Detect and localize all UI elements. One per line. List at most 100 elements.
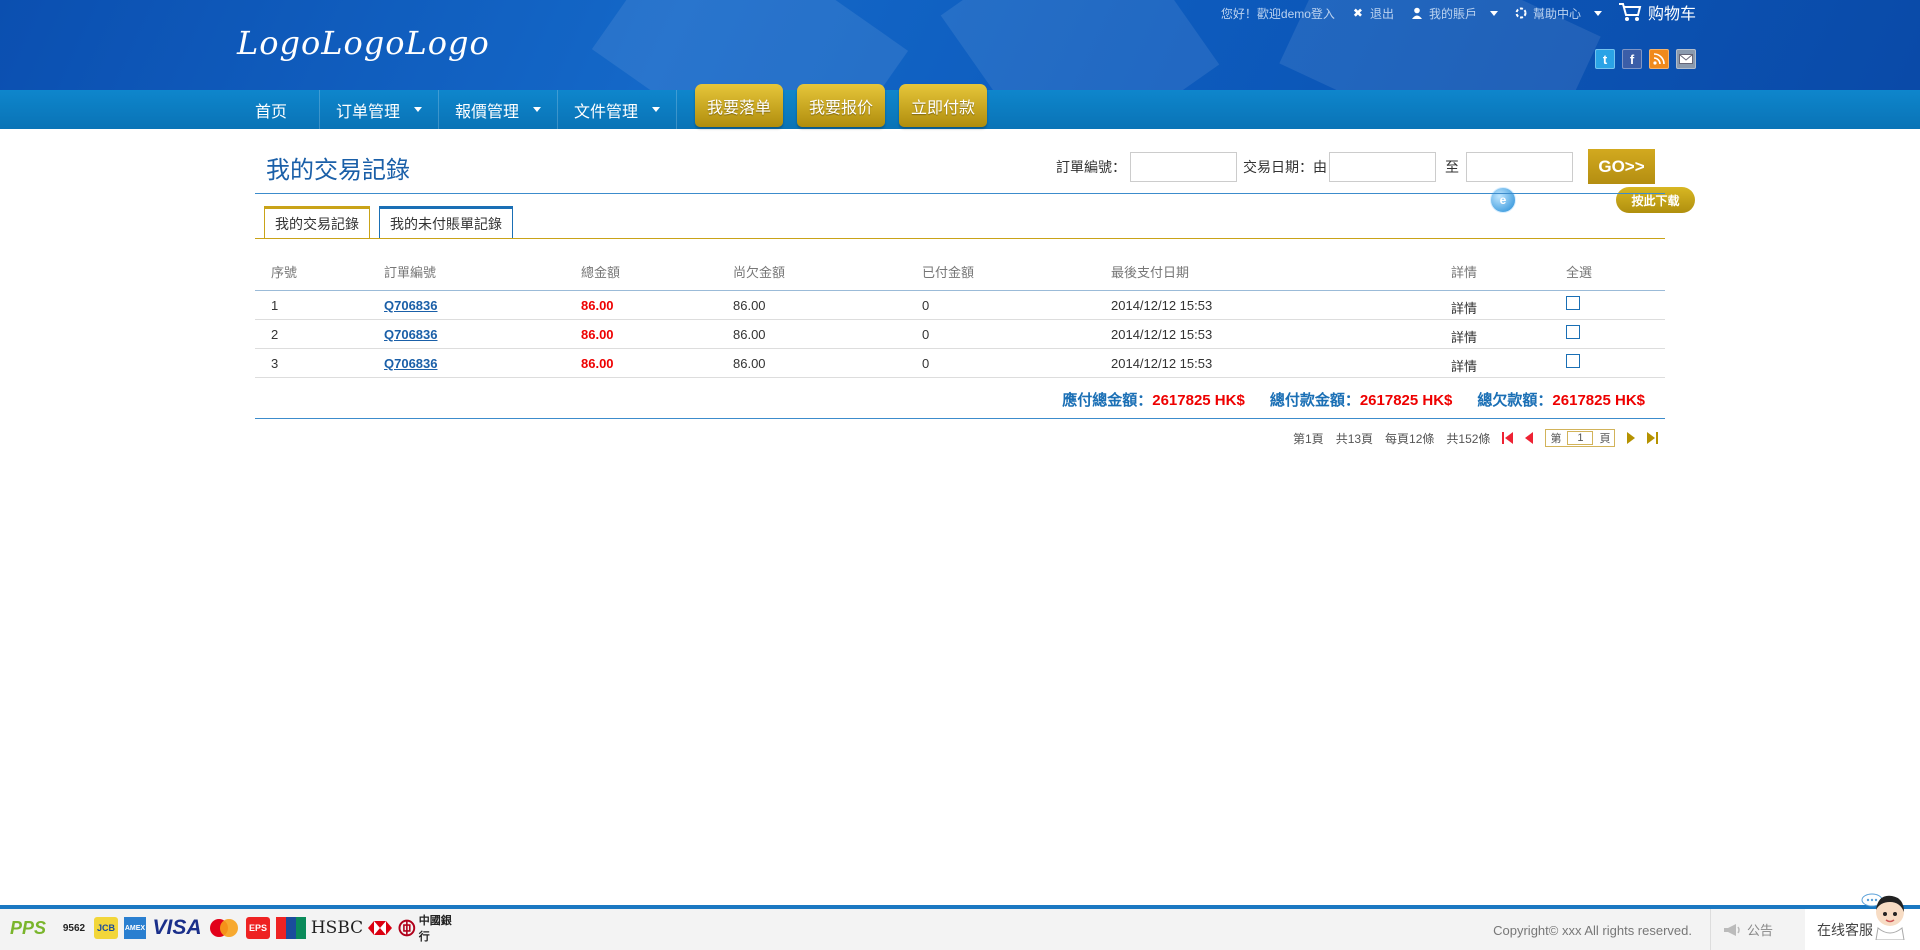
col-header-no: 序號 (271, 265, 298, 280)
divider (255, 193, 1665, 194)
detail-link[interactable]: 詳情 (1451, 298, 1477, 317)
col-header-select-all[interactable]: 全選 (1566, 262, 1592, 281)
detail-link[interactable]: 詳情 (1451, 356, 1477, 375)
page-number-input[interactable]: 1 (1567, 431, 1594, 445)
row-owing: 86.00 (733, 327, 766, 342)
row-date: 2014/12/12 15:53 (1111, 327, 1213, 342)
pagination: 第1頁 共13頁 每頁12條 共152條 第 1 頁 (1293, 429, 1659, 447)
help-menu[interactable]: 幫助中心 (1514, 5, 1602, 22)
upload-software: e 高速上傳軟件 按此下载 (1490, 187, 1696, 213)
next-page-button[interactable] (1627, 432, 1636, 444)
social-links: t f (1595, 49, 1696, 69)
chevron-down-icon (533, 107, 542, 112)
account-menu[interactable]: 我的賬戶 (1410, 5, 1498, 22)
totals-summary: 應付總金額：2617825 HK$ 總付款金額：2617825 HK$ 總欠款額… (1062, 389, 1645, 410)
date-to-input[interactable] (1466, 151, 1573, 182)
download-button[interactable]: 按此下载 (1616, 187, 1696, 213)
hsbc-hexagon-icon (368, 917, 392, 939)
quick-actions: 我要落单 我要报价 立即付款 (695, 84, 987, 127)
last-page-button[interactable] (1647, 432, 1659, 444)
site-header: LogoLogoLogo 您好！歡迎demo登入 ✖ 退出 我的賬戶 幫助中心 (0, 0, 1920, 90)
row-no: 3 (271, 356, 279, 371)
nav-item-home[interactable]: 首页 (240, 90, 321, 129)
table-row: 1 Q706836 86.00 86.00 0 2014/12/12 15:53… (255, 291, 1665, 320)
row-paid: 0 (922, 298, 930, 313)
request-quote-button[interactable]: 我要报价 (797, 84, 885, 127)
row-date: 2014/12/12 15:53 (1111, 356, 1213, 371)
go-button[interactable]: GO>> (1588, 149, 1655, 184)
first-page-icon (1502, 432, 1505, 444)
total-items-text: 共152條 (1446, 431, 1491, 446)
mastercard-logo (208, 917, 240, 939)
order-link[interactable]: Q706836 (384, 298, 438, 313)
prev-page-button[interactable] (1525, 432, 1534, 444)
cart-link[interactable]: 购物车 (1618, 0, 1696, 24)
nav-item-files[interactable]: 文件管理 (558, 90, 678, 129)
hsbc-logo: HSBC (310, 918, 364, 938)
upload-icon: e (1490, 187, 1516, 213)
cart-icon (1618, 3, 1642, 21)
eps-logo: EPS (246, 917, 270, 939)
greeting-text: 您好！歡迎demo登入 (1220, 6, 1335, 21)
upload-label[interactable]: 高速上傳軟件 (1524, 192, 1596, 209)
unionpay-logo (276, 917, 306, 939)
first-page-button[interactable] (1502, 432, 1514, 444)
notice-button[interactable]: 公告 (1710, 909, 1805, 950)
nav-item-orders[interactable]: 订单管理 (320, 90, 440, 129)
detail-link[interactable]: 詳情 (1451, 327, 1477, 346)
chevron-down-icon (1593, 10, 1602, 16)
per-page-text: 每頁12條 (1385, 431, 1435, 446)
place-order-button[interactable]: 我要落单 (695, 84, 783, 127)
order-link[interactable]: Q706836 (384, 327, 438, 342)
amex-logo: AMEX (124, 917, 146, 939)
logout-link[interactable]: ✖ 退出 (1351, 5, 1394, 22)
date-from-label: 交易日期：由 (1243, 158, 1327, 175)
row-no: 1 (271, 298, 279, 313)
chevron-down-icon (414, 107, 423, 112)
date-to-label: 至 (1445, 158, 1459, 175)
tab-unpaid-bills[interactable]: 我的未付賬單記錄 (379, 206, 513, 238)
mail-icon[interactable] (1676, 49, 1696, 69)
row-date: 2014/12/12 15:53 (1111, 298, 1213, 313)
total-pages-text: 共13頁 (1335, 431, 1374, 446)
nav-item-label: 報價管理 (455, 103, 520, 121)
main-nav: 首页 订单管理 報價管理 文件管理 (240, 90, 678, 129)
row-checkbox[interactable] (1566, 354, 1580, 368)
rss-icon[interactable] (1649, 49, 1669, 69)
paid-total: 總付款金額：2617825 HK$ (1269, 392, 1453, 409)
nav-item-quotes[interactable]: 報價管理 (439, 90, 559, 129)
facebook-icon[interactable]: f (1622, 49, 1642, 69)
header-decoration (940, 0, 1220, 90)
row-checkbox[interactable] (1566, 296, 1580, 310)
current-page-text: 第1頁 (1293, 431, 1324, 446)
payment-logos: PPS 9562 JCB AMEX VISA EPS HSBC 中國銀行 (2, 915, 462, 943)
tab-transaction-records[interactable]: 我的交易記錄 (264, 206, 370, 238)
copyright-text: Copyright© xxx All rights reserved. (1493, 923, 1692, 938)
twitter-icon[interactable]: t (1595, 49, 1615, 69)
last-page-icon (1656, 432, 1659, 444)
owing-total: 總欠款額：2617825 HK$ (1477, 392, 1645, 409)
date-from-input[interactable] (1329, 151, 1436, 182)
bank-of-china-logo: 中國銀行 (398, 915, 462, 943)
page-jump: 第 1 頁 (1545, 429, 1616, 447)
site-logo[interactable]: LogoLogoLogo (237, 24, 490, 62)
record-tabs: 我的交易記錄 我的未付賬單記錄 (264, 206, 513, 238)
tab-divider (255, 238, 1665, 239)
customer-service-avatar[interactable] (1860, 888, 1908, 940)
logout-label: 退出 (1369, 6, 1394, 21)
order-no-input[interactable] (1130, 151, 1237, 182)
col-header-order: 訂單編號 (384, 265, 437, 280)
cart-label: 购物车 (1647, 6, 1696, 23)
notice-label: 公告 (1747, 923, 1774, 938)
pay-now-button[interactable]: 立即付款 (899, 84, 987, 127)
header-decoration (591, 0, 909, 90)
user-icon (1410, 6, 1424, 20)
payable-total: 應付總金額：2617825 HK$ (1062, 392, 1245, 409)
row-total: 86.00 (581, 298, 614, 313)
row-checkbox[interactable] (1566, 325, 1580, 339)
order-link[interactable]: Q706836 (384, 356, 438, 371)
chevron-down-icon (652, 107, 661, 112)
table-row: 3 Q706836 86.00 86.00 0 2014/12/12 15:53… (255, 349, 1665, 378)
top-links: 您好！歡迎demo登入 ✖ 退出 我的賬戶 幫助中心 购物车 (1221, 3, 1696, 23)
divider (255, 418, 1665, 419)
